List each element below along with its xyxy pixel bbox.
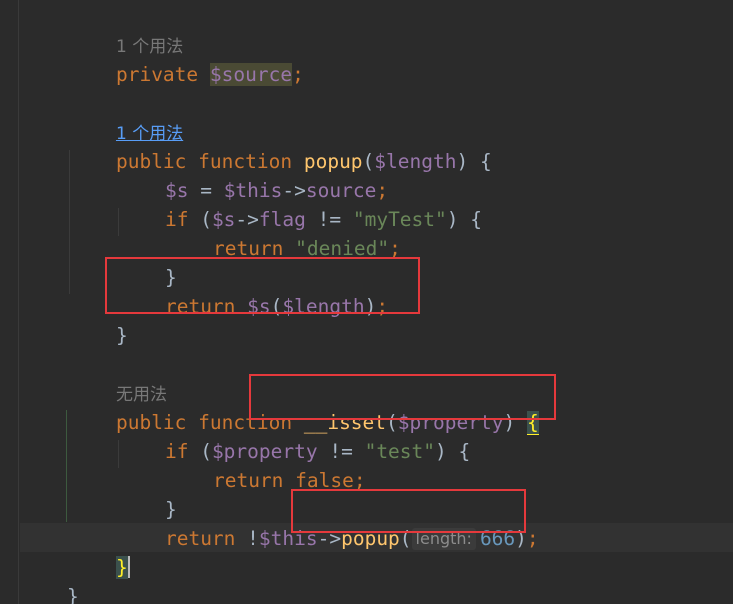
closing-brace: } [66,585,79,604]
code-line-1: 1 个用法 [69,2,183,57]
annotation-box-return [105,257,420,314]
punctuation: ) { [446,208,482,231]
closing-brace: } [115,324,128,347]
operator: ! [235,527,259,550]
indent-guide [66,410,67,522]
keyword: return [212,469,284,492]
punctuation: ; [292,63,304,86]
code-editor[interactable]: 1 个用法 private $source; 1 个用法 public func… [0,0,733,604]
code-line-8[interactable]: return "denied"; [166,205,401,260]
code-line-17[interactable]: } [118,466,177,521]
code-line-19[interactable]: } [69,524,130,579]
code-line-7[interactable]: if ($s->flag != "myTest") { [118,176,482,231]
gutter-divider [18,0,19,604]
annotation-box-popup-call [291,489,526,533]
code-line-6[interactable]: $s = $this->source; [118,147,388,202]
keyword: return [164,527,236,550]
code-line-2[interactable]: private $source; [69,31,304,86]
text-caret [127,556,130,578]
keyword: private [115,63,199,86]
annotation-box-isset [249,374,556,420]
property-variable: $source [209,63,293,86]
code-line-4: 1 个用法 [69,89,183,144]
code-line-20[interactable]: } [20,553,79,604]
punctuation: ) { [456,150,492,173]
code-line-16[interactable]: return false; [166,437,366,492]
code-line-5[interactable]: public function popup($length) { [69,118,492,173]
matched-brace: } [115,556,128,579]
string-literal: "test" [364,440,436,463]
code-line-13: 无用法 [69,350,167,405]
punctuation: ; [526,527,539,550]
punctuation: ) { [435,440,471,463]
